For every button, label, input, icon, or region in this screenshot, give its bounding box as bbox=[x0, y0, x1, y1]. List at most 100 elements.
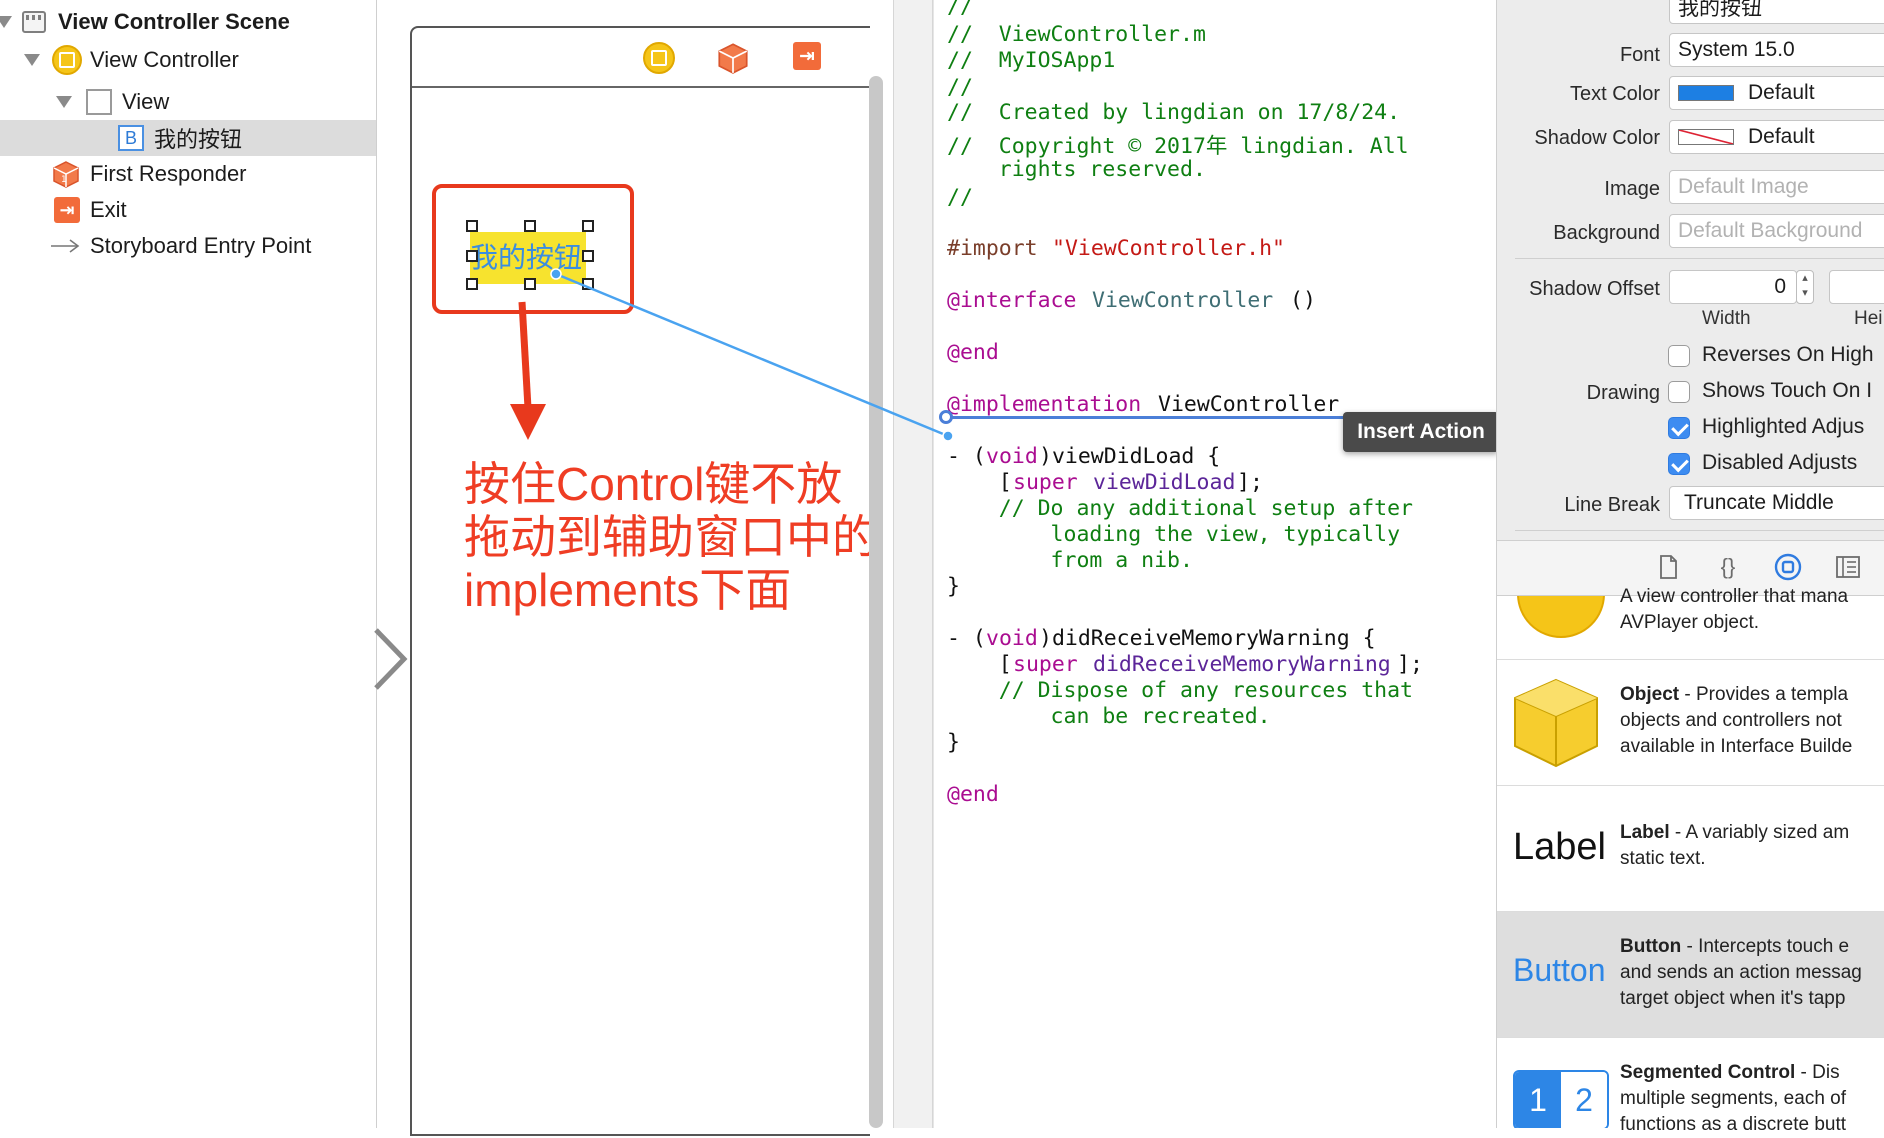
shadow-offset-width-field[interactable]: 0 bbox=[1669, 270, 1797, 304]
outline-item-entry-point[interactable]: Storyboard Entry Point bbox=[0, 228, 376, 264]
library-item-description: A view controller that mana AVPlayer obj… bbox=[1620, 584, 1848, 636]
outline-item-scene[interactable]: View Controller Scene bbox=[0, 4, 376, 40]
disclosure-triangle-icon[interactable] bbox=[24, 54, 40, 66]
outline-item-view[interactable]: View bbox=[0, 84, 376, 120]
view-controller-icon[interactable] bbox=[643, 42, 675, 74]
section-divider bbox=[1515, 530, 1884, 531]
media-icon[interactable] bbox=[1834, 553, 1862, 581]
scene-icon bbox=[22, 11, 46, 33]
outline-item-exit[interactable]: ⇥ Exit bbox=[0, 192, 376, 228]
resize-handle[interactable] bbox=[466, 250, 478, 262]
desc-line: - Intercepts touch e bbox=[1686, 936, 1850, 957]
font-label: Font bbox=[1619, 44, 1660, 66]
exit-icon[interactable]: ⇥ bbox=[793, 42, 821, 70]
code-token: void bbox=[986, 626, 1038, 651]
insert-action-tooltip: Insert Action bbox=[1343, 412, 1499, 452]
code-line: // bbox=[947, 0, 973, 19]
desc-line: - Provides a templa bbox=[1684, 684, 1849, 705]
highlighted-adjusts-checkbox[interactable] bbox=[1668, 417, 1690, 439]
code-line: // Copyright © 2017年 lingdian. All bbox=[947, 134, 1409, 159]
code-token: ViewController bbox=[1158, 392, 1340, 417]
title-field[interactable]: 我的按钮 bbox=[1669, 0, 1884, 24]
width-caption: Width bbox=[1702, 308, 1751, 329]
line-break-label: Line Break bbox=[1564, 494, 1660, 516]
canvas-scrollbar[interactable] bbox=[869, 76, 883, 1128]
font-field[interactable]: System 15.0 bbox=[1669, 33, 1884, 67]
line-break-popup[interactable]: Truncate Middle bbox=[1669, 486, 1884, 520]
code-token: super bbox=[1013, 470, 1078, 495]
code-token: - ( bbox=[947, 444, 986, 469]
resize-handle[interactable] bbox=[582, 250, 594, 262]
outline-item-view-controller[interactable]: View Controller bbox=[0, 42, 376, 78]
code-line: loading the view, typically bbox=[947, 522, 1401, 547]
code-line: can be recreated. bbox=[947, 704, 1271, 729]
segment-2: 2 bbox=[1561, 1072, 1607, 1128]
outline-label: View Controller Scene bbox=[58, 9, 290, 34]
code-token: void bbox=[986, 444, 1038, 469]
code-token: @end bbox=[947, 340, 999, 365]
selected-button-title[interactable]: 我的按钮 bbox=[470, 236, 600, 276]
desc-line: static text. bbox=[1620, 848, 1706, 869]
library-item-description: Object - Provides a templa objects and c… bbox=[1620, 682, 1852, 760]
outline-label: 我的按钮 bbox=[154, 127, 243, 152]
text-color-popup[interactable]: Default bbox=[1669, 76, 1884, 110]
outline-label: View Controller bbox=[90, 47, 239, 72]
outline-label: First Responder bbox=[90, 161, 247, 186]
editor-divider[interactable] bbox=[893, 0, 933, 1128]
braces-icon[interactable]: {} bbox=[1714, 553, 1742, 581]
clear-color-swatch-icon bbox=[1678, 129, 1734, 145]
background-field[interactable]: Default Background bbox=[1669, 214, 1884, 248]
checkbox-label: Shows Touch On I bbox=[1702, 379, 1873, 402]
reverses-on-highlight-checkbox[interactable] bbox=[1668, 345, 1690, 367]
code-line: // MyIOSApp1 bbox=[947, 48, 1116, 73]
resize-handle[interactable] bbox=[582, 220, 594, 232]
segmented-control-preview: 1 2 bbox=[1513, 1070, 1609, 1128]
drawing-label: Drawing bbox=[1586, 382, 1660, 404]
resize-handle[interactable] bbox=[524, 220, 536, 232]
outline-label: Storyboard Entry Point bbox=[90, 233, 312, 258]
outline-label: Exit bbox=[90, 197, 127, 222]
outline-item-button[interactable]: B 我的按钮 bbox=[0, 120, 376, 156]
outline-item-first-responder[interactable]: 1 First Responder bbox=[0, 156, 376, 192]
button-icon: B bbox=[118, 125, 144, 151]
code-token: ]; bbox=[1397, 652, 1423, 677]
document-outline: View Controller Scene View Controller Vi… bbox=[0, 0, 377, 1128]
shadow-offset-height-field[interactable] bbox=[1829, 270, 1884, 304]
disabled-adjusts-checkbox[interactable] bbox=[1668, 453, 1690, 475]
image-field[interactable]: Default Image bbox=[1669, 170, 1884, 204]
annotation-down-arrow bbox=[510, 301, 546, 440]
shadow-offset-label: Shadow Offset bbox=[1529, 278, 1660, 300]
library-item-description: Button - Intercepts touch e and sends an… bbox=[1620, 934, 1862, 1012]
item-name: Button bbox=[1620, 936, 1682, 957]
disclosure-triangle-icon[interactable] bbox=[56, 96, 72, 108]
first-responder-icon[interactable] bbox=[717, 42, 749, 74]
desc-line: A view controller that mana bbox=[1620, 586, 1849, 607]
code-token: )didReceiveMemoryWarning { bbox=[1039, 626, 1376, 651]
code-token: )viewDidLoad { bbox=[1039, 444, 1221, 469]
shows-touch-checkbox[interactable] bbox=[1668, 381, 1690, 403]
resize-handle[interactable] bbox=[466, 220, 478, 232]
code-token: super bbox=[1013, 652, 1078, 677]
code-token: - ( bbox=[947, 626, 986, 651]
insert-indicator-line bbox=[947, 416, 1343, 419]
resize-handle[interactable] bbox=[524, 278, 536, 290]
avplayer-icon bbox=[1517, 596, 1605, 638]
code-line: from a nib. bbox=[947, 548, 1193, 573]
desc-line: AVPlayer object. bbox=[1620, 612, 1760, 633]
text-color-value: Default bbox=[1748, 81, 1815, 104]
file-icon[interactable] bbox=[1654, 553, 1682, 581]
shadow-color-popup[interactable]: Default bbox=[1669, 120, 1884, 154]
code-token: ViewController bbox=[1092, 288, 1274, 313]
entry-arrow-icon bbox=[51, 239, 80, 253]
annotation-callout: 按住Control键不放 拖动到辅助窗口中的 implements下面 bbox=[464, 458, 924, 617]
resize-handle[interactable] bbox=[582, 278, 594, 290]
desc-line: multiple segments, each of bbox=[1620, 1088, 1847, 1109]
checkbox-label: Disabled Adjusts bbox=[1702, 451, 1858, 474]
disclosure-triangle-icon[interactable] bbox=[0, 16, 12, 28]
svg-text:1: 1 bbox=[61, 175, 67, 185]
width-stepper[interactable]: ▴ ▾ bbox=[1796, 270, 1814, 304]
object-library-icon[interactable] bbox=[1774, 553, 1802, 581]
resize-handle[interactable] bbox=[466, 278, 478, 290]
checkbox-label: Highlighted Adjus bbox=[1702, 415, 1865, 438]
color-swatch-icon bbox=[1678, 85, 1734, 101]
